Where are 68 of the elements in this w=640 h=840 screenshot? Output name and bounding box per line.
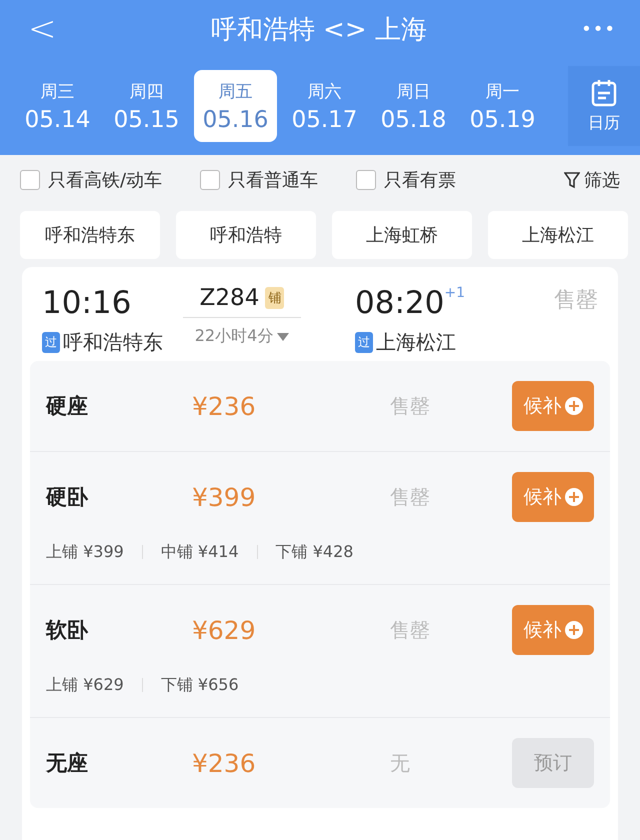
date-tab[interactable]: 周日 05.18 bbox=[372, 70, 455, 142]
berth-price: 上铺 ¥629 bbox=[46, 674, 124, 696]
berth-price: 下铺 ¥656 bbox=[160, 674, 239, 696]
station-name: 上海松江 bbox=[376, 329, 456, 356]
waitlist-button[interactable]: 候补 bbox=[512, 605, 594, 655]
filter-button[interactable]: 筛选 bbox=[564, 168, 620, 192]
date-label: 05.16 bbox=[202, 106, 268, 132]
plus-icon bbox=[564, 621, 582, 639]
plus-icon bbox=[564, 488, 582, 506]
page-title: 呼和浩特 <> 上海 bbox=[210, 14, 427, 46]
seat-price: ¥236 bbox=[192, 392, 257, 420]
waitlist-button[interactable]: 候补 bbox=[512, 472, 594, 522]
seat-status: 售罄 bbox=[390, 484, 430, 510]
seat-status: 售罄 bbox=[390, 392, 430, 420]
berth-price: 下铺 ¥428 bbox=[276, 542, 354, 562]
duration-toggle[interactable]: 22小时4分 bbox=[194, 326, 290, 347]
date-tab[interactable]: 周四 05.15 bbox=[105, 70, 188, 142]
seat-price: ¥399 bbox=[192, 482, 257, 512]
weekday-label: 周日 bbox=[396, 80, 430, 102]
checkbox[interactable] bbox=[20, 170, 40, 190]
pass-badge: 过 bbox=[355, 332, 373, 353]
station-chip[interactable]: 呼和浩特东 bbox=[20, 211, 160, 259]
seat-price: ¥629 bbox=[192, 616, 257, 644]
date-tab[interactable]: 周三 05.14 bbox=[16, 70, 99, 142]
date-tab[interactable]: 周一 05.19 bbox=[461, 70, 544, 142]
seat-status: 无 bbox=[390, 750, 410, 776]
station-chip[interactable]: 上海松江 bbox=[488, 211, 628, 259]
date-label: 05.15 bbox=[114, 106, 180, 132]
seat-type: 硬卧 bbox=[46, 484, 90, 511]
seat-price: ¥236 bbox=[192, 748, 257, 778]
date-label: 05.18 bbox=[380, 106, 446, 132]
seat-type: 无座 bbox=[46, 750, 89, 777]
weekday-label: 周五 bbox=[218, 80, 252, 102]
date-label: 05.19 bbox=[470, 106, 536, 132]
date-tab[interactable]: 周五 05.16 bbox=[194, 70, 277, 142]
date-label: 05.14 bbox=[24, 106, 90, 132]
weekday-label: 周一 bbox=[486, 80, 520, 102]
sold-out-status: 售罄 bbox=[554, 287, 598, 315]
date-tab[interactable]: 周六 05.17 bbox=[283, 70, 366, 142]
date-label: 05.17 bbox=[292, 106, 358, 132]
station-name: 呼和浩特东 bbox=[63, 329, 163, 356]
checkbox[interactable] bbox=[356, 170, 376, 190]
train-number: Z284 bbox=[200, 285, 260, 311]
berth-tag: 铺 bbox=[265, 287, 284, 309]
station-chip[interactable]: 上海虹桥 bbox=[332, 211, 472, 259]
caret-icon bbox=[277, 332, 290, 340]
seat-status: 售罄 bbox=[390, 616, 430, 644]
station-chip[interactable]: 呼和浩特 bbox=[176, 211, 316, 259]
filter-label: 只看普通车 bbox=[228, 169, 318, 192]
berth-price: 上铺 ¥399 bbox=[46, 542, 124, 562]
departure-time: 10:16 bbox=[42, 285, 132, 321]
seat-type: 软卧 bbox=[46, 617, 90, 644]
back-button[interactable]: < bbox=[28, 9, 56, 49]
pass-badge: 过 bbox=[42, 332, 60, 353]
filter-icon bbox=[564, 171, 580, 189]
weekday-label: 周四 bbox=[130, 80, 164, 102]
weekday-label: 周三 bbox=[40, 80, 74, 102]
filter-label: 只看高铁/动车 bbox=[48, 169, 162, 192]
more-button[interactable]: ••• bbox=[581, 18, 616, 40]
seat-type: 硬座 bbox=[46, 393, 89, 420]
checkbox[interactable] bbox=[200, 170, 220, 190]
filter-label: 只看有票 bbox=[384, 169, 456, 192]
plus-icon bbox=[564, 397, 582, 415]
calendar-icon bbox=[591, 78, 617, 106]
weekday-label: 周六 bbox=[308, 80, 342, 102]
calendar-button[interactable]: 日历 bbox=[568, 66, 640, 146]
berth-price: 中铺 ¥414 bbox=[160, 542, 239, 562]
waitlist-button[interactable]: 候补 bbox=[512, 381, 594, 431]
